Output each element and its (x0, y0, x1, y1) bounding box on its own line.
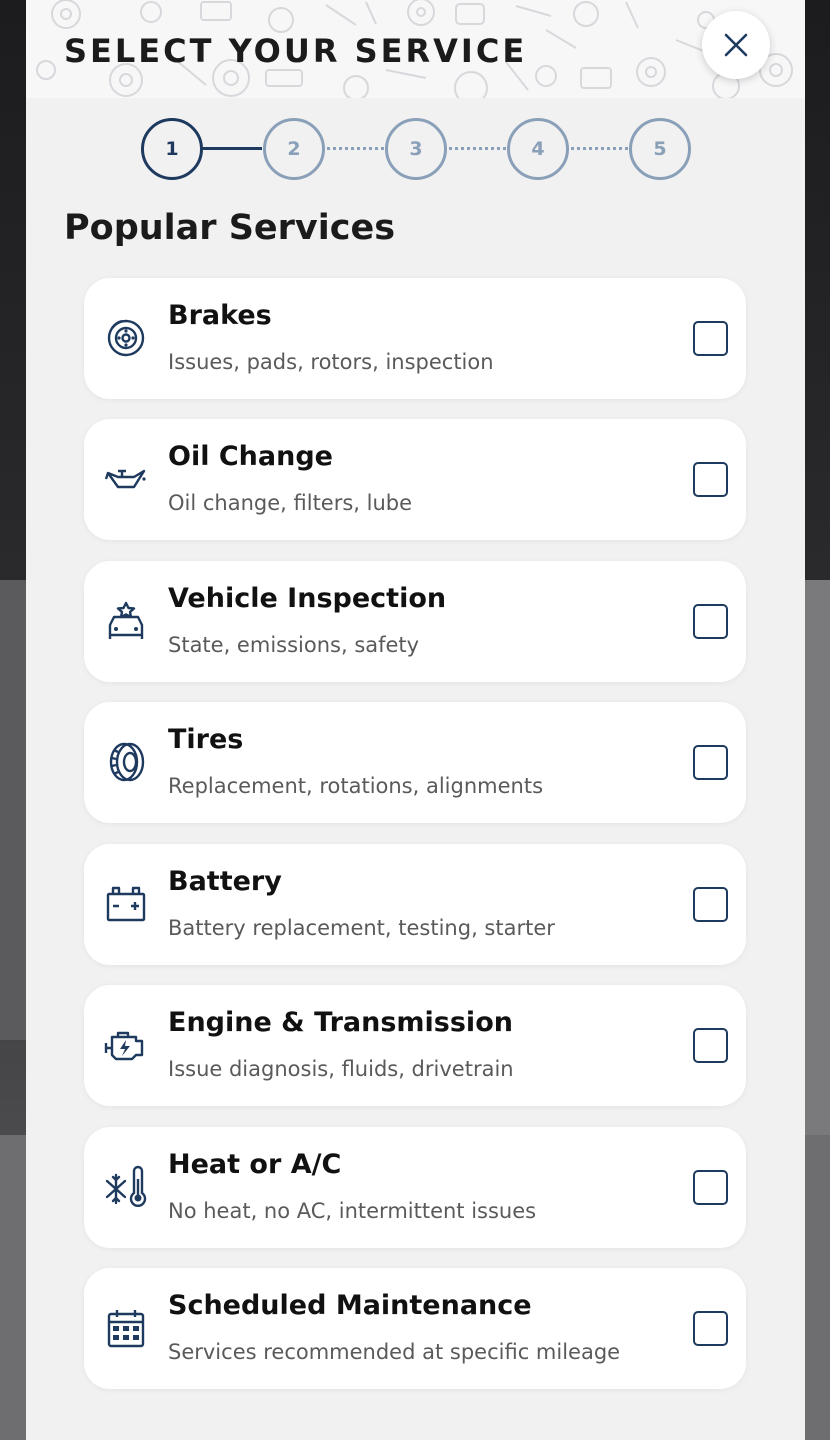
engine-icon (104, 1031, 144, 1061)
service-card-oil-change[interactable]: Oil Change Oil change, filters, lube (84, 419, 746, 540)
service-description: Issues, pads, rotors, inspection (168, 350, 494, 374)
service-description: Oil change, filters, lube (168, 491, 413, 515)
service-checkbox-brakes[interactable] (693, 321, 728, 356)
service-description: Services recommended at specific mileage (168, 1340, 621, 1364)
service-description: Battery replacement, testing, starter (168, 916, 555, 940)
service-card-tires[interactable]: Tires Replacement, rotations, alignments (84, 702, 746, 823)
progress-stepper: 1 2 3 4 5 (141, 118, 691, 180)
service-description: State, emissions, safety (168, 633, 420, 657)
calendar-icon (107, 1310, 145, 1348)
backdrop-edge-left (0, 580, 26, 1040)
service-checkbox-battery[interactable] (693, 887, 728, 922)
service-name: Vehicle Inspection (168, 583, 447, 614)
service-description: Issue diagnosis, fluids, drivetrain (168, 1057, 514, 1081)
step-1: 1 (141, 118, 203, 180)
service-checkbox-heat-ac[interactable] (693, 1170, 728, 1205)
tire-icon (109, 742, 145, 782)
service-name: Engine & Transmission (168, 1007, 513, 1038)
step-2: 2 (263, 118, 325, 180)
service-name: Oil Change (168, 441, 333, 472)
snowflake-thermometer-icon (105, 1165, 147, 1207)
brake-disc-icon (107, 319, 145, 357)
service-name: Battery (168, 866, 282, 897)
close-icon (724, 33, 748, 57)
service-description: Replacement, rotations, alignments (168, 774, 544, 798)
service-checkbox-oil-change[interactable] (693, 462, 728, 497)
step-connector-1 (200, 147, 262, 150)
step-4: 4 (507, 118, 569, 180)
service-description: No heat, no AC, intermittent issues (168, 1199, 537, 1223)
service-name: Brakes (168, 300, 272, 331)
service-checkbox-vehicle-inspection[interactable] (693, 604, 728, 639)
service-name: Scheduled Maintenance (168, 1290, 532, 1321)
close-button[interactable] (702, 11, 770, 79)
backdrop-edge-right (804, 580, 830, 1140)
service-name: Heat or A/C (168, 1149, 342, 1180)
service-card-scheduled-maintenance[interactable]: Scheduled Maintenance Services recommend… (84, 1268, 746, 1389)
step-connector-2 (322, 147, 384, 150)
step-connector-3 (444, 147, 506, 150)
car-inspection-icon (108, 601, 144, 639)
service-card-vehicle-inspection[interactable]: Vehicle Inspection State, emissions, saf… (84, 561, 746, 682)
service-card-engine-transmission[interactable]: Engine & Transmission Issue diagnosis, f… (84, 985, 746, 1106)
service-card-brakes[interactable]: Brakes Issues, pads, rotors, inspection (84, 278, 746, 399)
battery-icon (106, 886, 146, 922)
service-name: Tires (168, 724, 244, 755)
oil-can-icon (104, 469, 146, 489)
service-card-battery[interactable]: Battery Battery replacement, testing, st… (84, 844, 746, 965)
step-connector-4 (566, 147, 628, 150)
service-card-heat-ac[interactable]: Heat or A/C No heat, no AC, intermittent… (84, 1127, 746, 1248)
modal-header: SELECT YOUR SERVICE (26, 0, 805, 98)
service-checkbox-scheduled-maintenance[interactable] (693, 1311, 728, 1346)
step-3: 3 (385, 118, 447, 180)
step-5: 5 (629, 118, 691, 180)
service-modal: SELECT YOUR SERVICE 1 2 3 4 5 Popular Se… (26, 0, 805, 1440)
section-title: Popular Services (64, 208, 396, 248)
service-checkbox-engine-transmission[interactable] (693, 1028, 728, 1063)
modal-title: SELECT YOUR SERVICE (64, 32, 528, 70)
service-checkbox-tires[interactable] (693, 745, 728, 780)
